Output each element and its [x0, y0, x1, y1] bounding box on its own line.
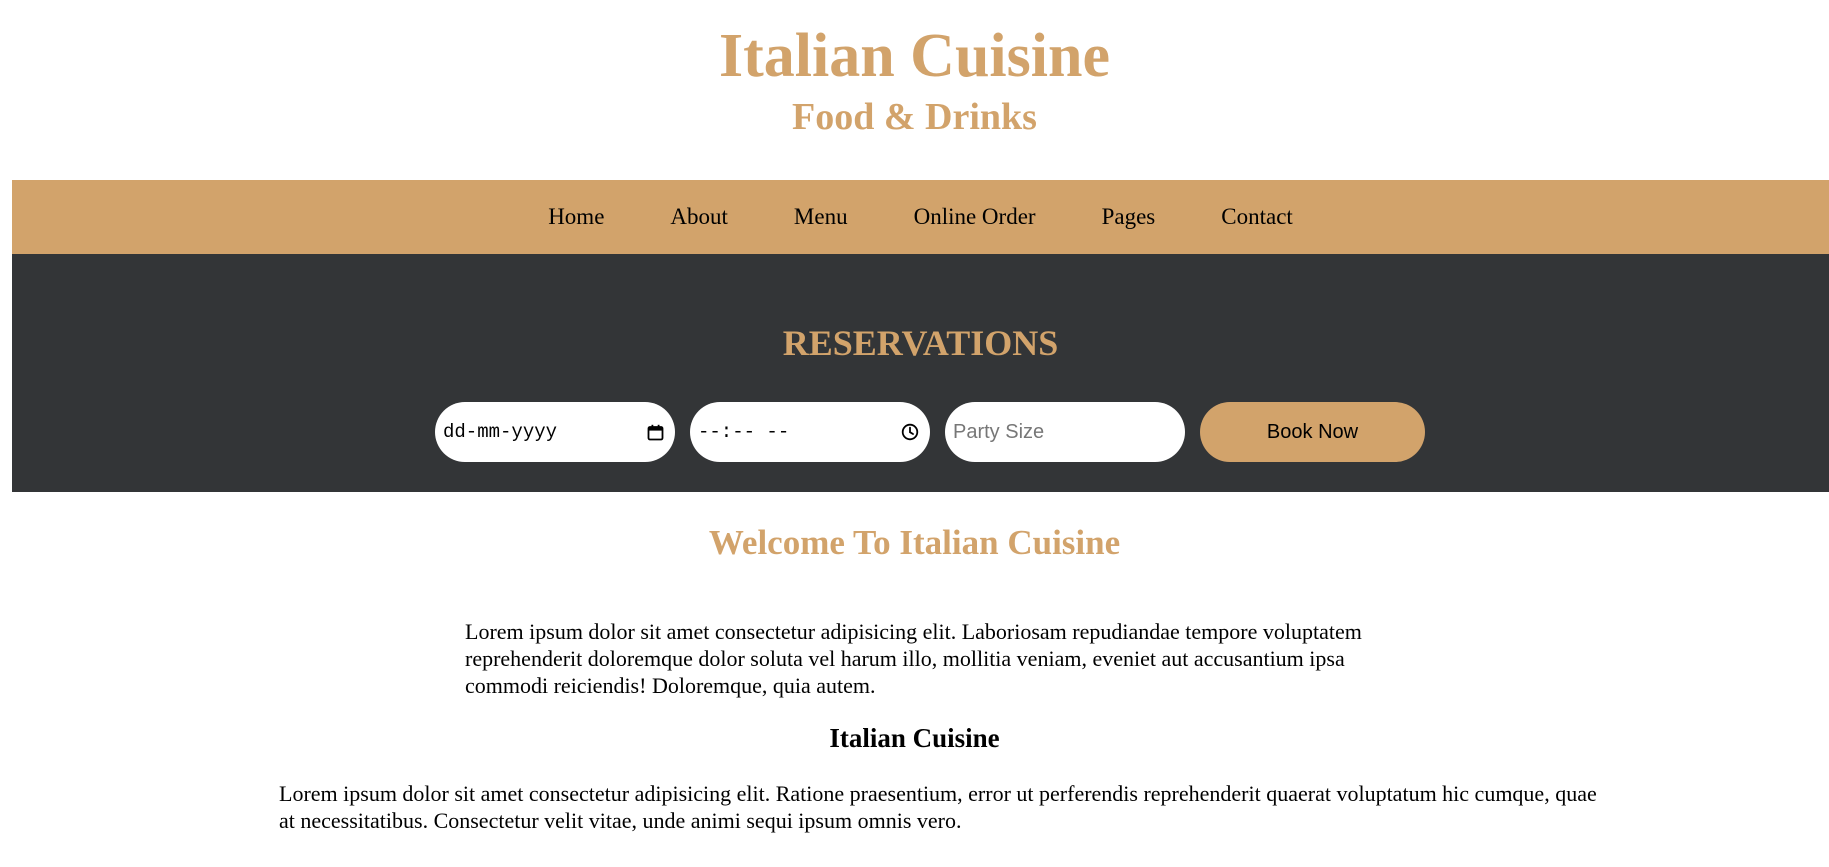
- main-nav: Home About Menu Online Order Pages Conta…: [12, 180, 1829, 254]
- nav-link-menu[interactable]: Menu: [761, 204, 881, 230]
- reservation-form: dd-mm-yyyy --:-- -- Party Size Book Now: [435, 402, 1425, 462]
- date-input-value: dd-mm-yyyy: [443, 421, 558, 443]
- section-paragraph: Lorem ipsum dolor sit amet consectetur a…: [279, 781, 1597, 833]
- welcome-paragraph: Lorem ipsum dolor sit amet consectetur a…: [465, 619, 1362, 698]
- time-input[interactable]: --:-- --: [690, 402, 930, 462]
- nav-link-contact[interactable]: Contact: [1188, 204, 1326, 230]
- reservations-title: RESERVATIONS: [782, 323, 1059, 363]
- reservations-section: RESERVATIONS dd-mm-yyyy --:-- -- Party S…: [12, 254, 1829, 492]
- site-title: Italian Cuisine: [718, 22, 1111, 90]
- site-header: Italian Cuisine Food & Drinks: [0, 0, 1829, 180]
- clock-icon[interactable]: [900, 422, 920, 442]
- calendar-icon[interactable]: [645, 422, 665, 442]
- nav-link-home[interactable]: Home: [515, 204, 637, 230]
- nav-list: Home About Menu Online Order Pages Conta…: [515, 204, 1326, 230]
- nav-link-about[interactable]: About: [637, 204, 761, 230]
- party-size-input[interactable]: Party Size: [945, 402, 1185, 462]
- site-subtitle: Food & Drinks: [792, 96, 1037, 138]
- book-now-button[interactable]: Book Now: [1200, 402, 1425, 462]
- section-heading: Italian Cuisine: [829, 723, 1000, 753]
- party-size-placeholder: Party Size: [953, 420, 1045, 443]
- date-input[interactable]: dd-mm-yyyy: [435, 402, 675, 462]
- time-input-value: --:-- --: [698, 421, 790, 443]
- welcome-heading: Welcome To Italian Cuisine: [708, 523, 1121, 562]
- nav-link-pages[interactable]: Pages: [1069, 204, 1189, 230]
- nav-link-online-order[interactable]: Online Order: [881, 204, 1069, 230]
